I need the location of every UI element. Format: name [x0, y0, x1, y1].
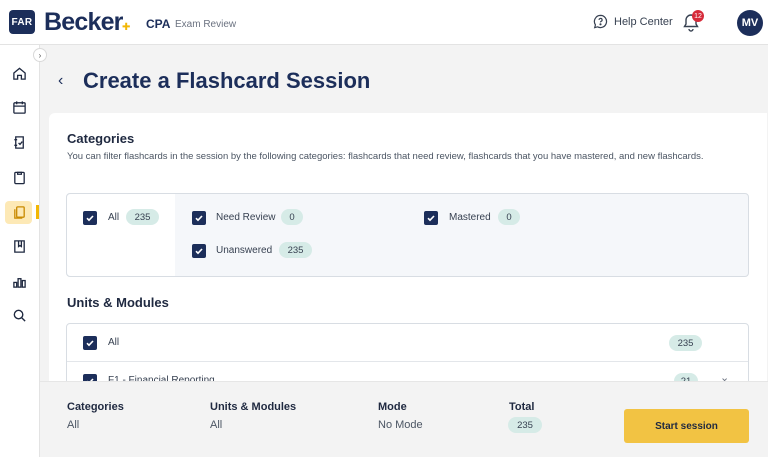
mastered-count: 0 — [498, 209, 520, 225]
unanswered-label: Unanswered — [216, 245, 273, 256]
sidebar-item-home[interactable] — [10, 64, 28, 82]
sidebar-item-flashcards[interactable] — [10, 203, 28, 221]
sidebar-item-calendar[interactable] — [10, 98, 28, 116]
checkmark-icon — [195, 248, 203, 255]
help-center-label: Help Center — [614, 15, 673, 28]
logo-plus-icon: ✚ — [122, 22, 131, 33]
help-center-link[interactable]: Help Center — [593, 14, 673, 29]
checkmark-icon — [195, 215, 203, 222]
summary-total-label: Total — [509, 401, 535, 413]
need-review-checkbox[interactable] — [192, 211, 206, 225]
book-icon — [13, 239, 25, 253]
top-bar: FAR Becker ✚ CPA Exam Review Help Center… — [0, 0, 768, 45]
sidebar-expand-button[interactable]: › — [33, 48, 47, 62]
unit-all-count: 235 — [669, 335, 702, 351]
summary-categories-value: All — [67, 419, 80, 431]
home-icon — [12, 66, 26, 80]
sidebar-item-search[interactable] — [10, 306, 28, 324]
summary-categories-label: Categories — [67, 401, 124, 413]
search-icon — [13, 309, 26, 322]
calendar-icon — [12, 100, 26, 114]
sidebar-item-checklist[interactable] — [10, 133, 28, 151]
active-nav-indicator — [36, 205, 39, 219]
unit-all-checkbox[interactable] — [83, 336, 97, 350]
summary-units-label: Units & Modules — [210, 401, 297, 413]
checkmark-icon — [86, 340, 94, 347]
unanswered-checkbox[interactable] — [192, 244, 206, 258]
need-review-label: Need Review — [216, 212, 276, 223]
checkmark-icon — [86, 215, 94, 222]
clipboard-icon — [13, 171, 25, 184]
sidebar-item-clipboard[interactable] — [10, 168, 28, 186]
units-row-divider — [67, 361, 748, 362]
summary-units-value: All — [210, 419, 223, 431]
units-modules-heading: Units & Modules — [67, 295, 169, 310]
product-name: CPA — [146, 17, 171, 31]
page-title: Create a Flashcard Session — [83, 68, 371, 93]
user-avatar[interactable]: MV — [737, 10, 763, 36]
sidebar-item-book[interactable] — [10, 237, 28, 255]
summary-mode-label: Mode — [378, 401, 407, 413]
summary-total-value: 235 — [508, 417, 542, 433]
categories-heading: Categories — [67, 131, 135, 146]
exam-section-badge[interactable]: FAR — [9, 10, 35, 34]
checkmark-icon — [427, 215, 435, 222]
flashcards-icon — [13, 205, 25, 219]
summary-mode-value: No Mode — [378, 419, 423, 431]
mastered-label: Mastered — [449, 212, 491, 223]
unanswered-count: 235 — [279, 242, 312, 258]
bar-chart-icon — [12, 277, 26, 288]
becker-logo[interactable]: Becker — [44, 8, 123, 37]
start-session-button[interactable]: Start session — [624, 409, 749, 443]
notification-count-badge: 12 — [692, 10, 704, 22]
back-chevron-icon[interactable]: ‹ — [58, 72, 63, 90]
sidebar-item-performance[interactable] — [10, 272, 28, 290]
mastered-checkbox[interactable] — [424, 211, 438, 225]
unit-all-label: All — [108, 337, 120, 348]
category-all-label: All — [108, 212, 120, 223]
categories-description: You can filter flashcards in the session… — [67, 151, 704, 162]
category-all-checkbox[interactable] — [83, 211, 97, 225]
help-bubble-icon — [593, 14, 608, 29]
category-all-pane — [67, 194, 175, 276]
need-review-count: 0 — [281, 209, 303, 225]
checklist-icon — [13, 135, 24, 149]
product-subtitle: Exam Review — [175, 19, 237, 30]
category-all-count: 235 — [126, 209, 159, 225]
